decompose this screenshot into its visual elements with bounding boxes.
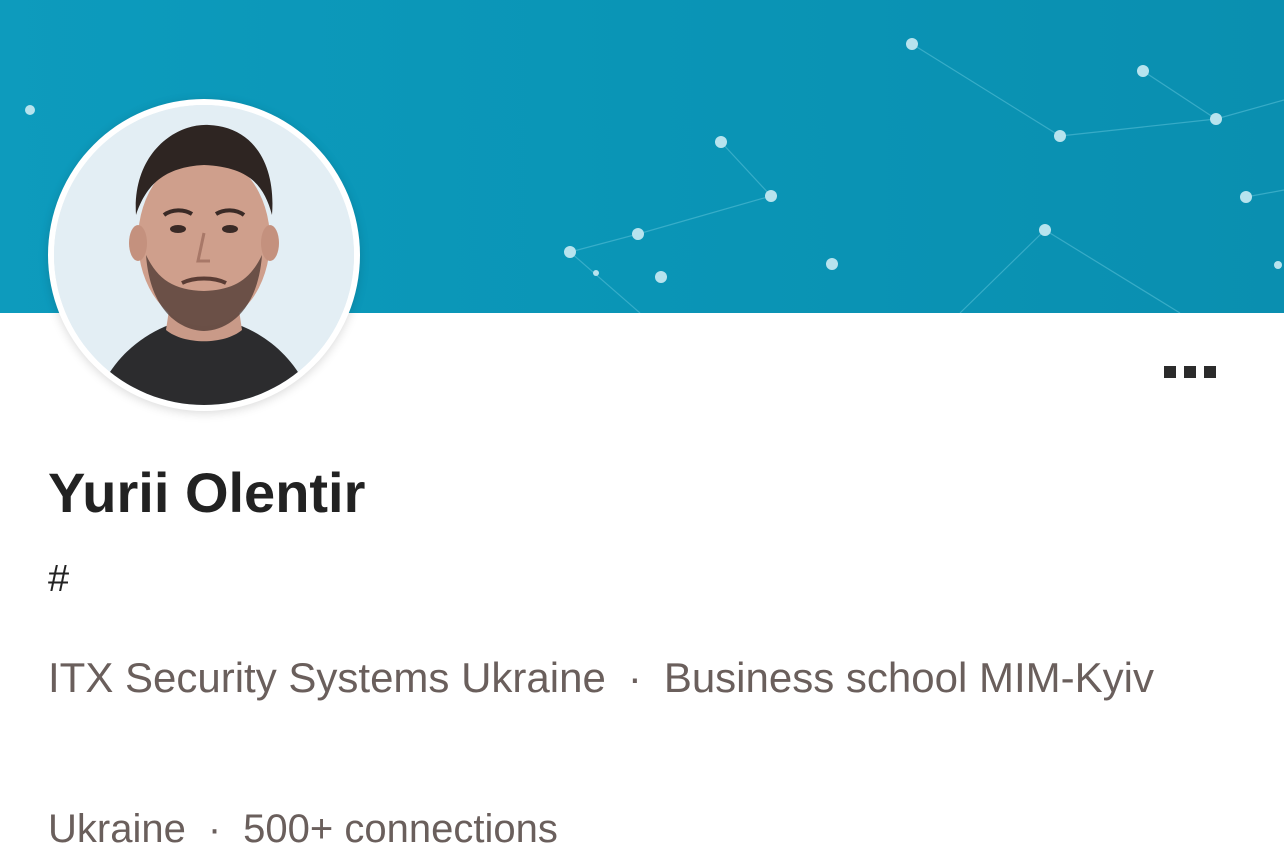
more-actions-button[interactable] xyxy=(1150,355,1230,389)
profile-page: Yurii Olentir # ITX Security Systems Ukr… xyxy=(0,0,1284,866)
connections-link[interactable]: 500+ connections xyxy=(243,807,558,851)
profile-location: Ukraine xyxy=(48,807,186,851)
more-horizontal-icon xyxy=(1184,366,1196,378)
separator-dot: · xyxy=(207,807,222,851)
company-link[interactable]: ITX Security Systems Ukraine xyxy=(48,654,606,701)
person-photo-icon xyxy=(54,105,354,405)
profile-name: Yurii Olentir xyxy=(48,461,366,524)
profile-affiliations: ITX Security Systems Ukraine · Business sc… xyxy=(48,636,1248,720)
profile-avatar[interactable] xyxy=(48,99,360,411)
avatar-photo xyxy=(54,105,354,405)
profile-meta: Ukraine · 500+ connections xyxy=(48,800,558,858)
school-link[interactable]: Business school MIM-Kyiv xyxy=(664,654,1154,701)
more-horizontal-icon xyxy=(1164,366,1176,378)
separator-dot: · xyxy=(627,654,642,701)
more-horizontal-icon xyxy=(1204,366,1216,378)
profile-headline: # xyxy=(48,558,70,600)
